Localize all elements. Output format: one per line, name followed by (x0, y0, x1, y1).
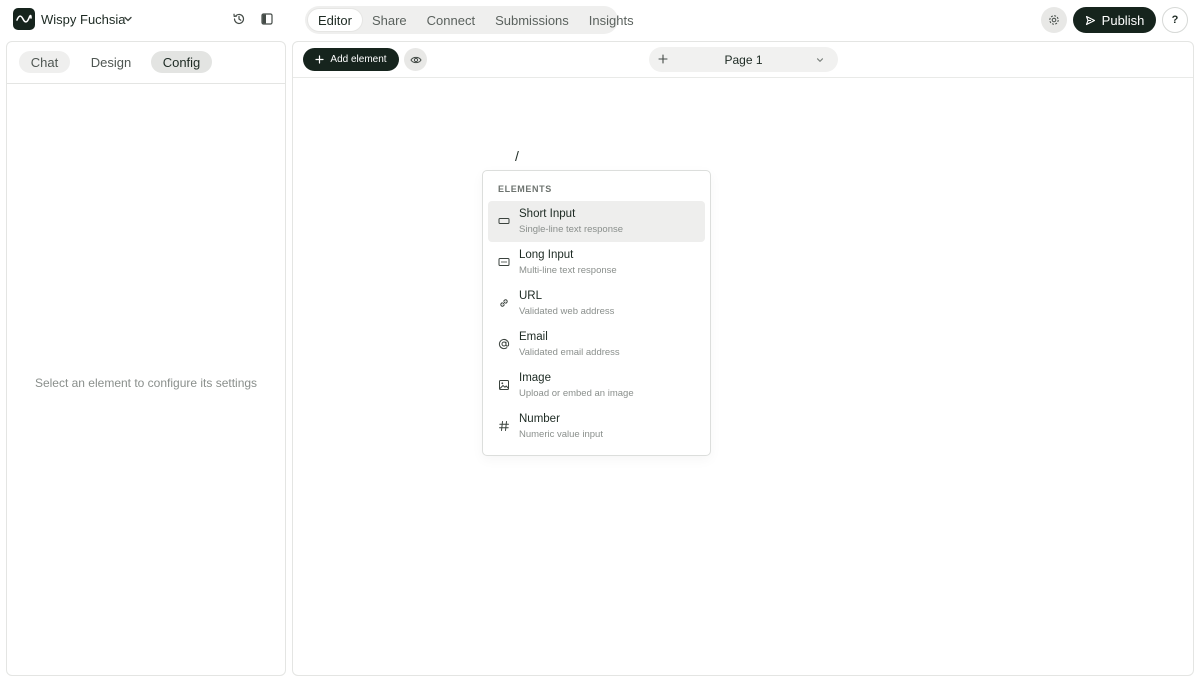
menu-item-description: Validated email address (519, 347, 620, 358)
menu-item-long-input[interactable]: Long Input Multi-line text response (488, 242, 705, 283)
menu-item-title: Image (519, 372, 551, 384)
eye-icon (409, 56, 422, 63)
tab-chat[interactable]: Chat (19, 51, 70, 73)
top-bar: Wispy Fuchsia Editor Share Connect Submi… (0, 0, 1200, 40)
gear-icon (1049, 15, 1059, 25)
tab-config[interactable]: Config (151, 51, 212, 73)
short-input-icon (498, 215, 510, 227)
menu-item-description: Validated web address (519, 306, 615, 317)
tab-editor[interactable]: Editor (308, 9, 362, 31)
app-logo-icon[interactable] (13, 8, 35, 30)
preview-button[interactable] (404, 48, 427, 71)
main-tabs: Editor Share Connect Submissions Insight… (305, 6, 634, 34)
plus-icon (315, 55, 325, 64)
menu-item-description: Single-line text response (519, 224, 624, 235)
menu-item-title: Number (519, 413, 560, 425)
send-icon (1085, 15, 1095, 25)
publish-button[interactable]: Publish (1073, 7, 1156, 33)
chevron-down-icon[interactable] (815, 55, 825, 65)
dropdown-header: ELEMENTS (498, 184, 552, 194)
tab-design[interactable]: Design (86, 51, 136, 73)
menu-item-title: Email (519, 331, 548, 343)
elements-dropdown: ELEMENTS Short Input Single-line text re… (482, 170, 711, 456)
tab-connect[interactable]: Connect (417, 9, 485, 31)
image-icon (498, 379, 510, 391)
tab-submissions[interactable]: Submissions (485, 9, 579, 31)
publish-label: Publish (1101, 12, 1145, 28)
tab-insights[interactable]: Insights (579, 9, 644, 31)
empty-state-message: Select an element to configure its setti… (34, 376, 258, 390)
link-icon (498, 297, 510, 309)
help-button[interactable]: ? (1162, 7, 1188, 33)
menu-item-description: Multi-line text response (519, 265, 617, 276)
settings-button[interactable] (1041, 7, 1067, 33)
slash-command-input[interactable]: / (515, 148, 519, 164)
menu-item-image[interactable]: Image Upload or embed an image (488, 365, 705, 406)
menu-item-url[interactable]: URL Validated web address (488, 283, 705, 324)
tab-share[interactable]: Share (362, 9, 417, 31)
add-element-label: Add element (330, 54, 387, 65)
menu-item-title: Long Input (519, 249, 574, 261)
menu-item-title: URL (519, 290, 543, 302)
toggle-panel-icon[interactable] (258, 10, 276, 28)
long-input-icon (498, 256, 510, 268)
sidebar-panel: Chat Design Config Select an element to … (6, 41, 286, 676)
page-selector[interactable]: Page 1 (649, 47, 838, 72)
menu-item-description: Upload or embed an image (519, 388, 634, 399)
menu-item-number[interactable]: Number Numeric value input (488, 406, 705, 447)
canvas-toolbar: Add element Page 1 (293, 42, 1193, 78)
menu-item-email[interactable]: Email Validated email address (488, 324, 705, 365)
chevron-down-icon[interactable] (122, 13, 134, 25)
at-icon (498, 338, 510, 350)
sidebar-tabs: Chat Design Config (7, 42, 285, 84)
editor-canvas[interactable]: Add element Page 1 / ELEMENTS Short Inpu… (292, 41, 1194, 676)
menu-item-title: Short Input (519, 208, 576, 220)
add-element-button[interactable]: Add element (303, 48, 399, 71)
history-icon[interactable] (230, 10, 248, 28)
menu-item-short-input[interactable]: Short Input Single-line text response (488, 201, 705, 242)
page-label: Page 1 (724, 53, 763, 67)
menu-item-description: Numeric value input (519, 429, 603, 440)
project-name[interactable]: Wispy Fuchsia (41, 12, 126, 27)
hash-icon (498, 420, 510, 432)
